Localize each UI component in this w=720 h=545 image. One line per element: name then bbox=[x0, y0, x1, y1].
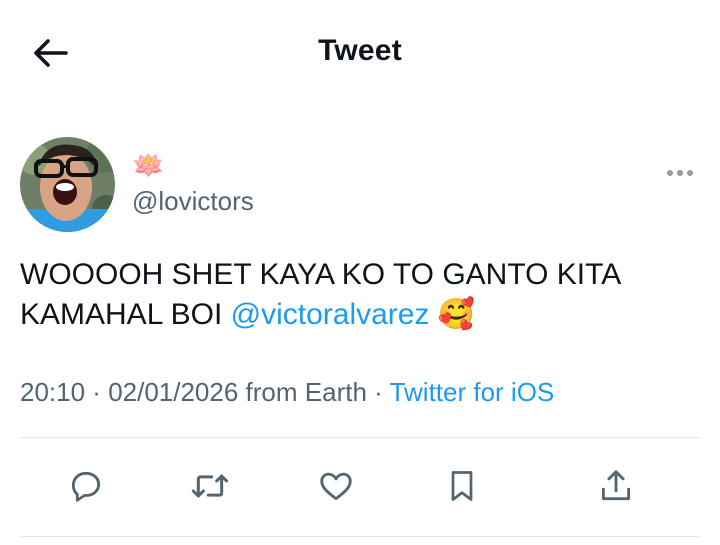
meta-separator: · bbox=[366, 377, 390, 407]
bookmark-icon bbox=[451, 471, 473, 501]
tweet-location: from Earth bbox=[238, 377, 367, 407]
user-handle[interactable]: @lovictors bbox=[132, 186, 254, 217]
meta-separator: · bbox=[85, 377, 109, 407]
tweet-author: 🪷 @lovictors bbox=[20, 137, 700, 233]
reply-button[interactable] bbox=[58, 458, 114, 514]
retweet-icon bbox=[191, 474, 229, 498]
tweet-meta: 20:10 · 02/01/2026 from Earth · Twitter … bbox=[20, 377, 554, 408]
more-options-button[interactable] bbox=[660, 163, 700, 183]
mention-link[interactable]: @victoralvarez bbox=[231, 298, 430, 331]
top-bar: Tweet bbox=[0, 0, 720, 100]
tweet-text-line1: WOOOOH SHET KAYA KO TO GANTO KITA bbox=[20, 258, 622, 291]
tweet-source-link[interactable]: Twitter for iOS bbox=[390, 377, 555, 407]
bookmark-button[interactable] bbox=[434, 458, 490, 514]
tweet-actions bbox=[0, 458, 720, 518]
retweet-button[interactable] bbox=[182, 458, 238, 514]
share-button[interactable] bbox=[588, 458, 644, 514]
share-icon bbox=[601, 470, 631, 501]
emoji: 🥰 bbox=[437, 298, 476, 331]
more-dots-icon bbox=[667, 170, 673, 176]
tweet-text-line2: KAMAHAL BOI bbox=[20, 298, 231, 331]
tweet-time: 20:10 bbox=[20, 377, 86, 407]
page-title: Tweet bbox=[318, 34, 402, 67]
reply-icon bbox=[71, 471, 101, 502]
divider bbox=[20, 536, 700, 537]
avatar[interactable] bbox=[20, 137, 115, 232]
display-name[interactable]: 🪷 bbox=[132, 151, 164, 179]
tweet-text: WOOOOH SHET KAYA KO TO GANTO KITA KAMAHA… bbox=[20, 255, 700, 335]
divider bbox=[20, 437, 700, 438]
tweet-date: 02/01/2026 bbox=[108, 377, 239, 407]
like-button[interactable] bbox=[308, 458, 364, 514]
heart-icon bbox=[320, 472, 352, 501]
